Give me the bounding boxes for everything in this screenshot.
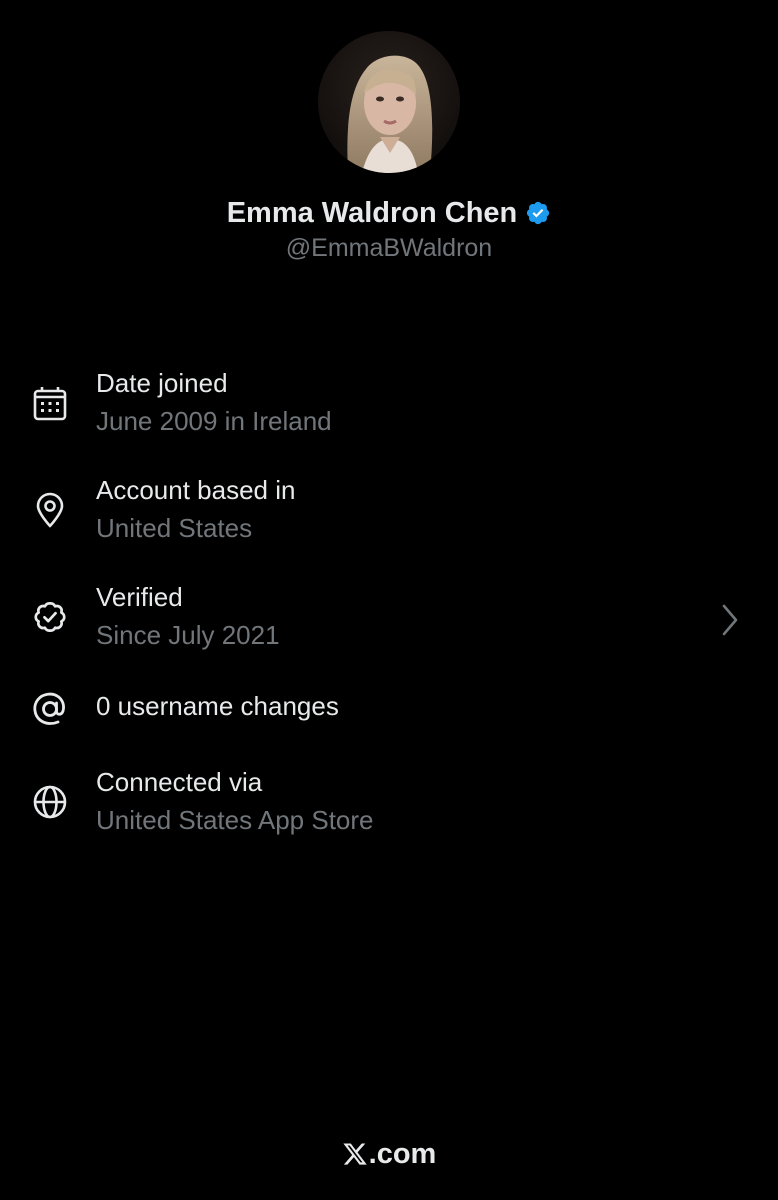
avatar[interactable] bbox=[318, 31, 460, 173]
info-row-verified[interactable]: Verified Since July 2021 bbox=[0, 580, 778, 660]
row-text: Date joined June 2009 in Ireland bbox=[96, 366, 332, 438]
at-sign-icon bbox=[31, 690, 69, 728]
row-title: Date joined bbox=[96, 368, 228, 398]
info-row-account-based-in: Account based in United States bbox=[0, 473, 778, 553]
globe-icon bbox=[31, 783, 69, 821]
footer-branding: .com bbox=[0, 1132, 778, 1176]
row-title: Account based in bbox=[96, 475, 296, 505]
calendar-icon bbox=[31, 384, 69, 422]
row-text: Account based in United States bbox=[96, 473, 295, 545]
row-title: 0 username changes bbox=[96, 691, 339, 721]
row-subtitle: June 2009 in Ireland bbox=[96, 406, 332, 436]
row-subtitle: United States bbox=[96, 513, 253, 543]
chevron-right-icon[interactable] bbox=[718, 602, 742, 638]
info-row-date-joined: Date joined June 2009 in Ireland bbox=[0, 366, 778, 446]
row-text: Verified Since July 2021 bbox=[96, 580, 280, 652]
row-subtitle: United States App Store bbox=[96, 805, 374, 835]
footer-domain: .com bbox=[368, 1137, 437, 1170]
row-subtitle: Since July 2021 bbox=[96, 620, 280, 650]
name-row: Emma Waldron Chen bbox=[0, 193, 778, 233]
verified-check-icon bbox=[31, 598, 69, 636]
row-title: Connected via bbox=[96, 767, 263, 797]
x-logo-icon bbox=[342, 1141, 368, 1167]
location-pin-icon bbox=[31, 491, 69, 529]
user-handle: @EmmaBWaldron bbox=[285, 234, 493, 262]
row-text: 0 username changes bbox=[96, 689, 339, 723]
row-title: Verified bbox=[96, 582, 183, 612]
info-row-username-changes: 0 username changes bbox=[0, 687, 778, 731]
verified-badge-icon[interactable] bbox=[525, 200, 551, 226]
row-text: Connected via United States App Store bbox=[96, 765, 374, 837]
profile-header: Emma Waldron Chen @EmmaBWaldron bbox=[0, 0, 778, 280]
info-row-connected-via: Connected via United States App Store bbox=[0, 765, 778, 845]
display-name: Emma Waldron Chen bbox=[226, 196, 518, 229]
